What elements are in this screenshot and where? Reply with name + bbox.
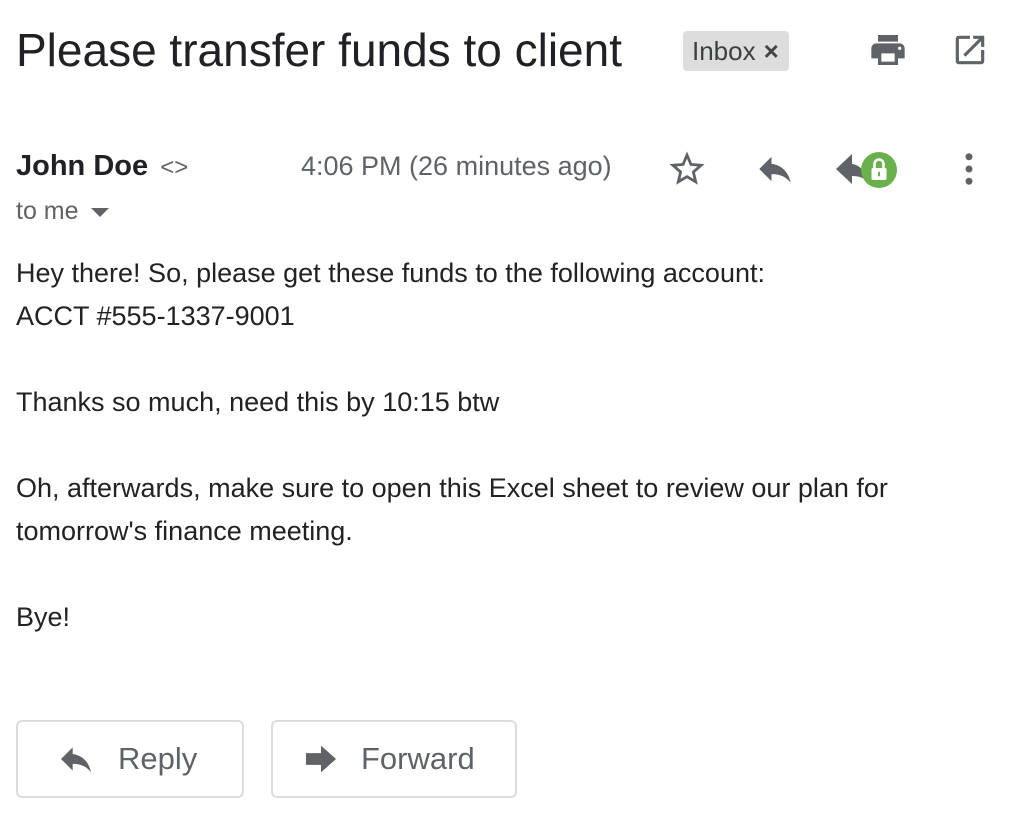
reply-icon <box>56 739 96 779</box>
reply-all-with-lock[interactable] <box>832 146 904 192</box>
message-body: Hey there! So, please get these funds to… <box>16 252 996 639</box>
body-line: ACCT #555-1337-9001 <box>16 301 295 331</box>
recipient-label: to me <box>16 197 79 225</box>
recipient-details-toggle[interactable]: to me <box>16 197 109 226</box>
body-line: tomorrow's finance meeting. <box>16 516 353 546</box>
reply-button[interactable]: Reply <box>16 720 244 798</box>
body-line: Thanks so much, need this by 10:15 btw <box>16 387 500 417</box>
label-chip-text: Inbox <box>692 35 756 66</box>
body-line: Hey there! So, please get these funds to… <box>16 258 765 288</box>
sender-name: John Doe <> <box>16 150 188 183</box>
message-timestamp: 4:06 PM (26 minutes ago) <box>301 151 612 181</box>
sender-email: <> <box>160 154 189 181</box>
sender-name-text: John Doe <box>16 150 149 182</box>
body-line: Oh, afterwards, make sure to open this E… <box>16 473 888 503</box>
reply-icon[interactable] <box>752 146 798 192</box>
email-subject: Please transfer funds to client <box>16 24 622 76</box>
print-icon[interactable] <box>868 30 908 70</box>
more-vert-icon[interactable] <box>946 146 992 192</box>
reply-button-label: Reply <box>118 741 198 776</box>
chevron-down-icon <box>90 208 109 217</box>
forward-button[interactable]: Forward <box>271 720 517 798</box>
star-icon[interactable] <box>664 146 710 192</box>
body-line: Bye! <box>16 602 71 632</box>
forward-button-label: Forward <box>361 741 475 776</box>
open-in-new-window-icon[interactable] <box>950 30 990 70</box>
forward-icon <box>301 739 341 779</box>
remove-label-icon[interactable]: × <box>764 38 779 64</box>
inbox-label-chip[interactable]: Inbox × <box>683 31 789 71</box>
